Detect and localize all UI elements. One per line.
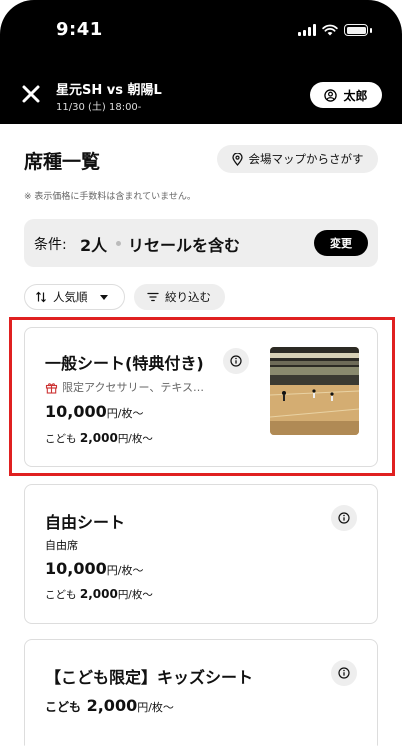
wifi-icon (322, 24, 338, 36)
condition-resale: リセールを含む (128, 236, 241, 255)
price-unit: 円/枚〜 (106, 564, 144, 577)
separator-dot (116, 241, 121, 246)
match-title: 星元SH vs 朝陽L (56, 83, 162, 98)
user-icon (324, 88, 338, 102)
battery-tip (370, 28, 372, 33)
sort-dropdown[interactable]: 人気順 (24, 284, 125, 310)
seat-card-kids-price: こども 2,000円/枚〜 (45, 587, 153, 602)
seat-card-title: 【こども限定】キッズシート (45, 668, 254, 687)
seat-card-title: 自由シート (45, 513, 126, 532)
condition-people: 2人 (80, 236, 108, 255)
venue-map-button[interactable]: 会場マップからさがす (217, 145, 378, 173)
close-icon[interactable] (20, 83, 42, 105)
seat-card-price: 10,000円/枚〜 (45, 559, 143, 578)
status-icons (298, 24, 372, 36)
page-title: 席種一覧 (24, 151, 101, 173)
kids-label: こども (45, 700, 82, 714)
selection-highlight (9, 317, 395, 476)
filter-icon (147, 292, 159, 302)
user-button[interactable]: 太郎 (310, 82, 382, 108)
kids-price-value: 2,000 (79, 587, 118, 601)
kids-price-unit: 円/枚〜 (117, 589, 153, 601)
kids-label: こども (45, 589, 77, 601)
venue-map-label: 会場マップからさがす (248, 152, 364, 166)
change-button[interactable]: 変更 (314, 230, 368, 256)
chevron-down-icon (99, 294, 108, 300)
price-value: 2,000 (86, 696, 138, 715)
user-name: 太郎 (343, 88, 368, 103)
fee-note: ※ 表示価格に手数料は含まれていません。 (24, 192, 196, 202)
status-time: 9:41 (56, 19, 103, 40)
match-date: 11/30 (土) 18:00- (56, 102, 142, 113)
info-icon[interactable] (331, 660, 357, 686)
map-pin-icon (231, 152, 243, 166)
info-icon[interactable] (331, 505, 357, 531)
price-unit: 円/枚〜 (137, 701, 174, 714)
price-value: 10,000 (45, 559, 107, 578)
filter-button[interactable]: 絞り込む (134, 284, 225, 310)
seat-card-price: こども 2,000円/枚〜 (45, 696, 174, 715)
sort-label: 人気順 (53, 290, 88, 304)
seat-card-kids[interactable]: 【こども限定】キッズシート こども 2,000円/枚〜 (24, 639, 378, 747)
sort-icon (36, 291, 46, 303)
seat-card-free[interactable]: 自由シート 自由席 10,000円/枚〜 こども 2,000円/枚〜 (24, 484, 378, 624)
battery-icon (344, 24, 368, 36)
condition-box: 条件: 2人 リセールを含む 変更 (24, 219, 378, 267)
seat-card-subtitle: 自由席 (45, 539, 78, 552)
filter-label: 絞り込む (165, 290, 211, 304)
condition-label: 条件: (34, 237, 67, 253)
header: 9:41 星元SH vs 朝陽L 11/30 (土) 18:00- 太郎 (0, 0, 402, 124)
signal-icon (298, 24, 316, 36)
phone-screen: 9:41 星元SH vs 朝陽L 11/30 (土) 18:00- 太郎 席種一… (0, 0, 402, 747)
